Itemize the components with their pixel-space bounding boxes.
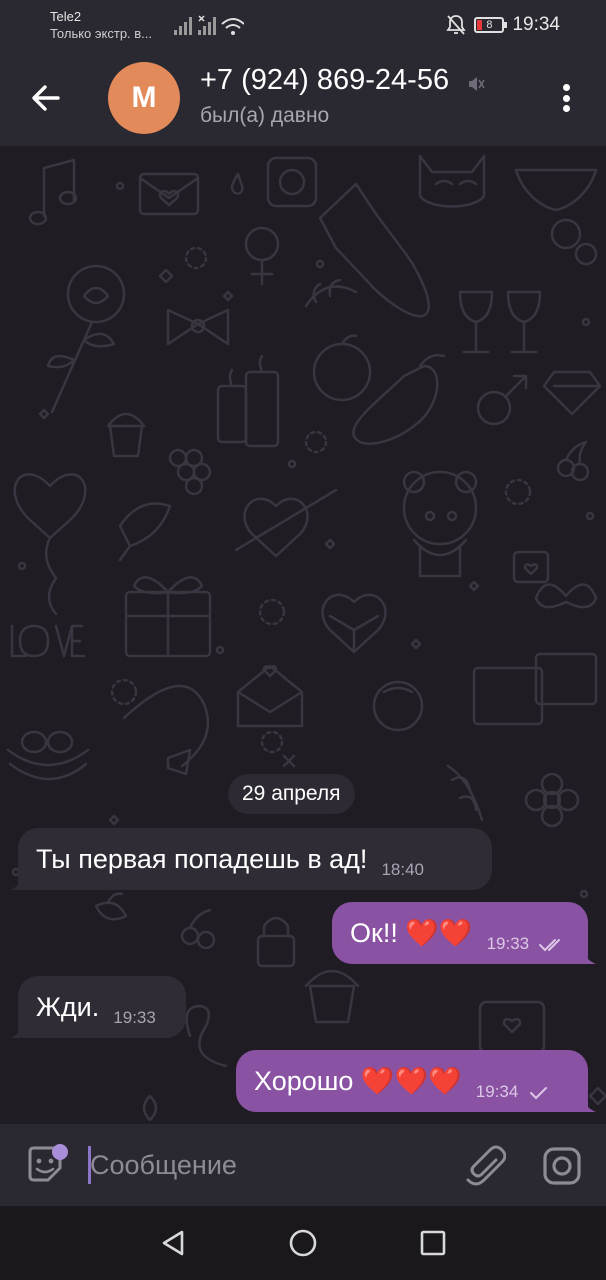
message-bubble-incoming[interactable]: Жди. 19:33 — [18, 976, 186, 1038]
message-input[interactable] — [90, 1142, 440, 1188]
battery-level: 8 — [486, 19, 493, 31]
paperclip-icon[interactable] — [464, 1144, 506, 1186]
status-bar: Tele2 Только экстр. в... 8 19:34 — [0, 0, 606, 50]
bubble-tail — [10, 1024, 24, 1038]
message-bubble-outgoing[interactable]: Ок!! ❤️❤️ 19:33 — [332, 902, 588, 964]
message-time: 18:40 — [381, 860, 424, 879]
nav-recents-icon[interactable] — [418, 1228, 448, 1258]
more-options-icon[interactable] — [554, 80, 578, 116]
message-composer — [0, 1124, 606, 1206]
notifications-off-icon — [446, 15, 467, 35]
chat-header: M +7 (924) 869-24-56 был(а) давно — [0, 50, 606, 146]
last-seen-status: был(а) давно — [200, 104, 330, 127]
bubble-tail — [582, 950, 596, 964]
message-time: 19:33 — [113, 1008, 156, 1027]
avatar[interactable]: M — [108, 62, 180, 134]
bubble-tail — [10, 876, 24, 890]
battery-icon: 8 — [474, 17, 508, 33]
message-text: Хорошо ❤️❤️❤️ — [254, 1066, 462, 1096]
new-stickers-badge — [52, 1144, 68, 1160]
system-navigation-bar — [0, 1206, 606, 1280]
back-arrow-icon[interactable] — [26, 78, 66, 118]
double-check-icon — [538, 938, 560, 951]
date-separator: 29 апреля — [228, 774, 355, 814]
message-text: Жди. — [36, 991, 100, 1022]
message-text: Ты первая попадешь в ад! — [36, 843, 368, 874]
message-text: Ок!! ❤️❤️ — [350, 918, 473, 948]
camera-icon[interactable] — [540, 1144, 584, 1188]
muted-icon — [469, 77, 485, 91]
nav-back-icon[interactable] — [158, 1228, 188, 1258]
message-bubble-incoming[interactable]: Ты первая попадешь в ад! 18:40 — [18, 828, 492, 890]
clock: 19:34 — [512, 14, 560, 35]
chat-area[interactable]: 29 апреля Ты первая попадешь в ад! 18:40… — [0, 146, 606, 1124]
bubble-tail — [582, 1098, 596, 1112]
message-time: 19:34 — [475, 1082, 519, 1101]
message-bubble-outgoing[interactable]: Хорошо ❤️❤️❤️ 19:34 — [236, 1050, 588, 1112]
signal-icon — [174, 15, 244, 35]
carrier-name: Tele2 — [50, 9, 82, 24]
single-check-icon — [530, 1086, 548, 1099]
nav-home-icon[interactable] — [288, 1228, 318, 1258]
carrier-subtitle: Только экстр. в... — [50, 26, 153, 41]
contact-name[interactable]: +7 (924) 869-24-56 — [200, 64, 449, 97]
message-time: 19:33 — [486, 934, 530, 953]
